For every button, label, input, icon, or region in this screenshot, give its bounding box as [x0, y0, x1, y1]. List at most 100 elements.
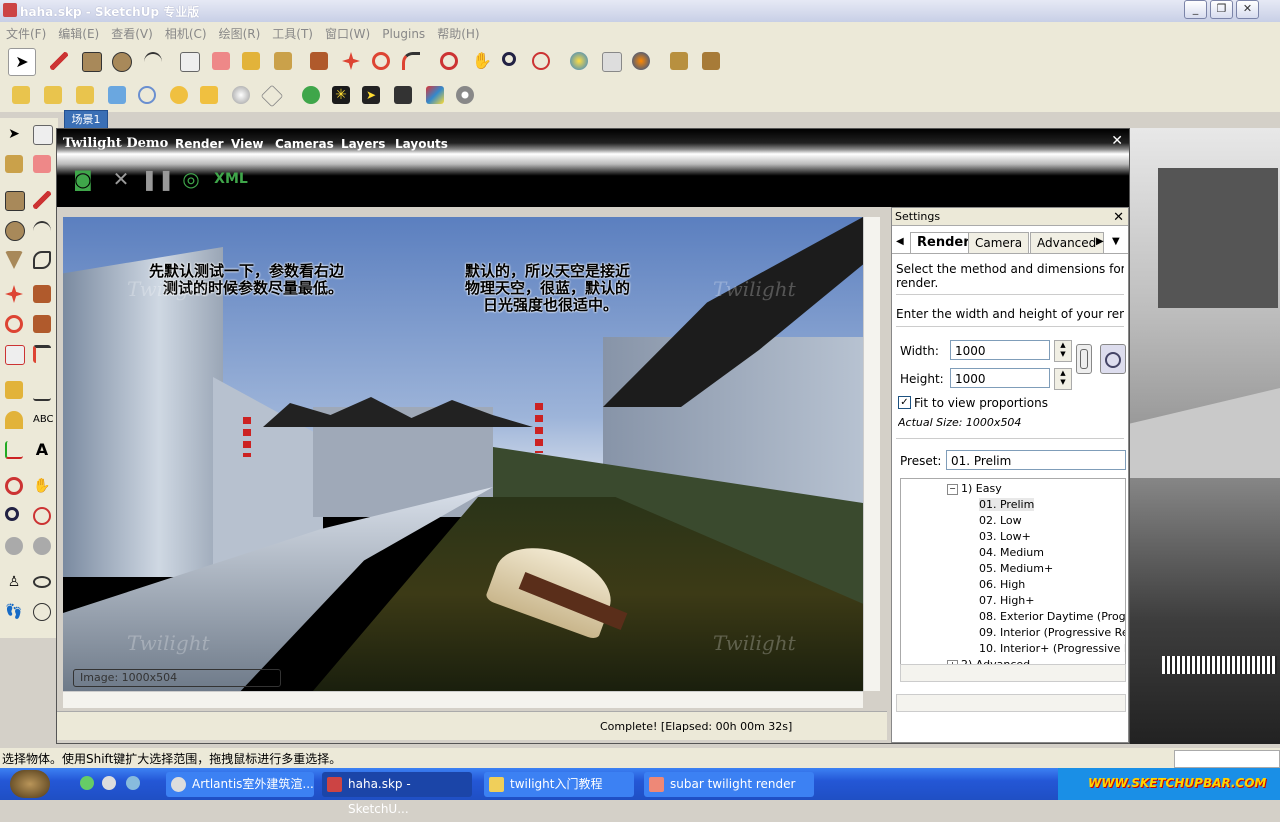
tab-camera[interactable]: Camera	[968, 232, 1030, 253]
quicklaunch-icon[interactable]	[102, 776, 116, 790]
lock-aspect-button[interactable]	[1076, 344, 1092, 374]
tab-scroll-left-icon[interactable]: ◀	[896, 236, 904, 247]
sphere-button[interactable]	[228, 82, 254, 108]
follow-me-button[interactable]	[398, 48, 424, 74]
tape-button[interactable]	[2, 378, 26, 402]
component-button[interactable]	[30, 122, 54, 146]
tab-scroll-right-icon[interactable]: ▶	[1096, 236, 1104, 247]
polygon-button[interactable]	[2, 248, 26, 272]
light-button-2[interactable]	[196, 82, 222, 108]
tree-item[interactable]: 06. High	[979, 578, 1025, 591]
circle-button[interactable]	[2, 218, 26, 242]
scene-tab[interactable]: 场景1	[64, 110, 108, 129]
title-bar[interactable]: haha.skp - SketchUp 专业版 _ ❐ ✕	[0, 0, 1280, 23]
tree-item[interactable]: 05. Medium+	[979, 562, 1053, 575]
cube-button[interactable]	[104, 82, 130, 108]
cancel-render-icon[interactable]: ✕	[107, 165, 135, 193]
pushpull-button[interactable]	[30, 282, 54, 306]
render-viewport[interactable]: 先默认测试一下，参数看右边 测试的时候参数尽量最低。 默认的，所以天空是接近 物…	[63, 217, 863, 691]
sketchup-3d-viewport[interactable]	[1128, 128, 1280, 744]
tree-item[interactable]: 02. Low	[979, 514, 1022, 527]
dimension-button[interactable]	[30, 378, 54, 402]
menu-file[interactable]: 文件(F)	[0, 22, 52, 42]
tree-horizontal-scrollbar[interactable]	[900, 664, 1126, 682]
camera-snapshot-icon[interactable]: ◙	[69, 165, 97, 193]
tag-button-3[interactable]	[72, 82, 98, 108]
check-button[interactable]	[134, 82, 160, 108]
menu-window[interactable]: 窗口(W)	[319, 22, 376, 42]
vertical-scrollbar[interactable]	[863, 217, 880, 691]
freehand-button[interactable]	[30, 248, 54, 272]
size-zoom-button[interactable]	[1100, 344, 1126, 374]
line-button[interactable]	[30, 188, 54, 212]
get-models-button[interactable]	[566, 48, 592, 74]
plugin-button-1[interactable]	[666, 48, 692, 74]
move-tool-button[interactable]	[338, 48, 364, 74]
tree-item[interactable]: 10. Interior+ (Progressive Rend	[979, 642, 1125, 655]
preset-tree[interactable]: − 1) Easy 01. Prelim 02. Low 03. Low+ 04…	[900, 478, 1126, 666]
axes-button[interactable]	[2, 438, 26, 462]
quicklaunch-icon[interactable]	[80, 776, 94, 790]
start-button[interactable]	[10, 770, 50, 798]
zoom-extents-button[interactable]	[528, 48, 554, 74]
eraser-tool-button[interactable]	[208, 48, 234, 74]
pencil-tool-button[interactable]	[46, 48, 72, 74]
light-button-1[interactable]	[166, 82, 192, 108]
taskbar-item-artlantis[interactable]: Artlantis室外建筑渲...	[166, 772, 314, 797]
position-camera-button[interactable]: ♙	[2, 570, 26, 594]
make-component-button[interactable]	[176, 48, 202, 74]
twilight-power-button[interactable]	[298, 82, 324, 108]
twilight-sun-button[interactable]: ✳	[328, 82, 354, 108]
quicklaunch-icon[interactable]	[126, 776, 140, 790]
tree-group-easy[interactable]: 1) Easy	[961, 482, 1002, 495]
tree-item[interactable]: 08. Exterior Daytime (Progressive	[979, 610, 1125, 623]
menu-edit[interactable]: 编辑(E)	[52, 22, 105, 42]
tag-button-2[interactable]	[40, 82, 66, 108]
menu-draw[interactable]: 绘图(R)	[213, 22, 267, 42]
circle-tool-button[interactable]	[108, 48, 134, 74]
tree-item[interactable]: 04. Medium	[979, 546, 1044, 559]
collapse-toggle-icon[interactable]: −	[947, 484, 958, 495]
scale-button[interactable]	[2, 342, 26, 366]
orbit-button[interactable]	[2, 474, 26, 498]
twilight-material-button[interactable]	[422, 82, 448, 108]
twilight-menu-view[interactable]: View	[231, 137, 263, 151]
protractor-button[interactable]	[2, 408, 26, 432]
tree-item[interactable]: 07. High+	[979, 594, 1035, 607]
zoom-button[interactable]	[2, 504, 26, 528]
pause-icon[interactable]: ❚❚	[141, 165, 175, 193]
select-button[interactable]: ➤	[2, 122, 26, 146]
rotate-button[interactable]	[2, 312, 26, 336]
move-button[interactable]	[2, 282, 26, 306]
pan-tool-button[interactable]: ✋	[468, 48, 494, 74]
horizontal-scrollbar[interactable]	[63, 691, 863, 708]
render-start-icon[interactable]: ◎	[177, 165, 205, 193]
twilight-close-button[interactable]: ✕	[1111, 133, 1123, 149]
google-earth-button[interactable]	[628, 48, 654, 74]
followme-button[interactable]	[30, 312, 54, 336]
tree-item[interactable]: 09. Interior (Progressive Render	[979, 626, 1125, 639]
paint-button[interactable]	[2, 152, 26, 176]
twilight-menu-cameras[interactable]: Cameras	[275, 137, 334, 151]
text-button[interactable]: ABC	[30, 408, 54, 432]
height-spinner[interactable]: ▲ ▼	[1054, 368, 1072, 390]
eraser-button[interactable]	[30, 152, 54, 176]
menu-camera[interactable]: 相机(C)	[159, 22, 213, 42]
preset-select[interactable]: 01. Prelim	[946, 450, 1126, 470]
taskbar-item-subar[interactable]: subar twilight render	[644, 772, 814, 797]
twilight-menu-layouts[interactable]: Layouts	[395, 137, 448, 151]
paint-bucket-button[interactable]	[270, 48, 296, 74]
tab-render[interactable]: Render	[910, 232, 977, 253]
fit-to-view-checkbox[interactable]: ✓	[898, 396, 911, 409]
push-pull-button[interactable]	[306, 48, 332, 74]
menu-help[interactable]: 帮助(H)	[431, 22, 485, 42]
close-button[interactable]: ✕	[1236, 0, 1259, 19]
select-tool-button[interactable]: ➤	[8, 48, 36, 76]
measurements-box[interactable]	[1174, 750, 1280, 768]
walk-button[interactable]: 👣	[2, 600, 26, 624]
arc-button[interactable]	[30, 218, 54, 242]
settings-close-button[interactable]: ✕	[1113, 209, 1124, 227]
tab-advanced[interactable]: Advanced	[1030, 232, 1104, 253]
zoomext-button[interactable]	[30, 504, 54, 528]
plugin-button-2[interactable]	[698, 48, 724, 74]
